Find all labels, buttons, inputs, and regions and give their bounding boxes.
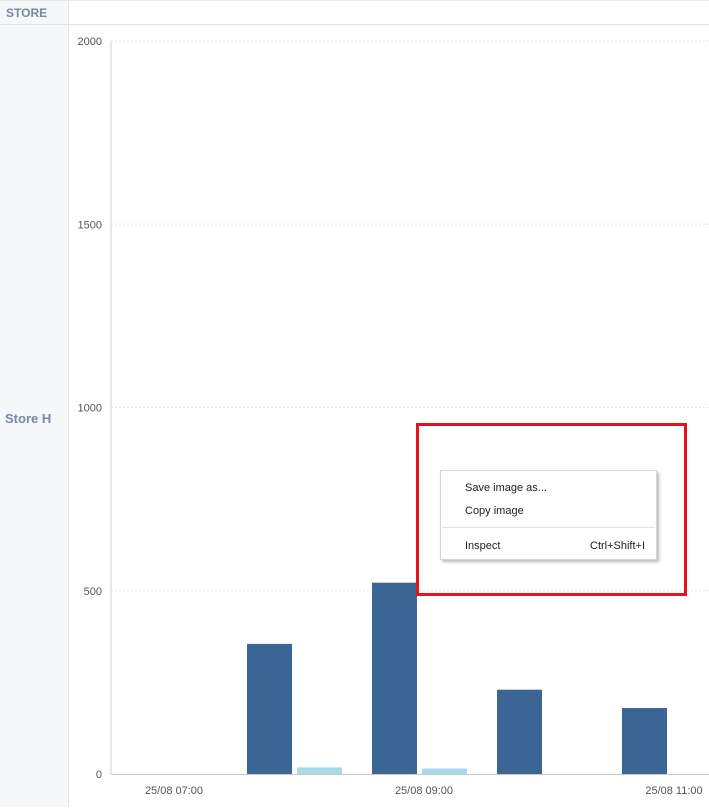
- y-tick-label: 500: [84, 586, 102, 598]
- menu-item-label: Copy image: [465, 505, 524, 517]
- x-tick-label: 25/08 11:00: [645, 785, 702, 797]
- bar-series-1: [247, 643, 292, 774]
- menu-item-copy-image[interactable]: Copy image: [465, 502, 645, 520]
- menu-item-save-image[interactable]: Save image as...: [465, 479, 645, 497]
- bar-series-1: [497, 689, 542, 774]
- y-tick-label: 1000: [78, 403, 102, 415]
- bar-series-1: [372, 582, 417, 774]
- x-tick-label: 25/08 07:00: [145, 785, 203, 797]
- menu-item-shortcut: Ctrl+Shift+I: [590, 540, 646, 552]
- menu-item-inspect[interactable]: Inspect Ctrl+Shift+I: [465, 537, 645, 555]
- bar-series-2: [297, 767, 342, 774]
- store-column-header[interactable]: STORE: [6, 6, 47, 20]
- x-tick-label: 25/08 09:00: [395, 785, 453, 797]
- table-header-bar: [0, 0, 709, 25]
- y-tick-label: 2000: [78, 36, 102, 48]
- menu-item-label: Inspect: [465, 540, 501, 552]
- menu-separator: [442, 527, 655, 528]
- bar-series-1: [622, 708, 667, 774]
- store-row-label: Store H: [5, 411, 52, 426]
- row-header-column: [0, 0, 69, 807]
- bar-chart[interactable]: 0 500 1000 1500 2000 25/08 07:00 25/08 09:00 25…: [69, 26, 709, 807]
- menu-item-label: Save image as...: [465, 482, 547, 494]
- context-menu[interactable]: Save image as... Copy image Inspect Ctrl…: [440, 470, 657, 560]
- y-tick-label: 0: [96, 769, 102, 781]
- bar-series-2: [422, 768, 467, 774]
- chart-svg: 0 500 1000 1500 2000 25/08 07:00 25/08 09:00 25…: [78, 36, 709, 797]
- y-tick-label: 1500: [78, 219, 102, 231]
